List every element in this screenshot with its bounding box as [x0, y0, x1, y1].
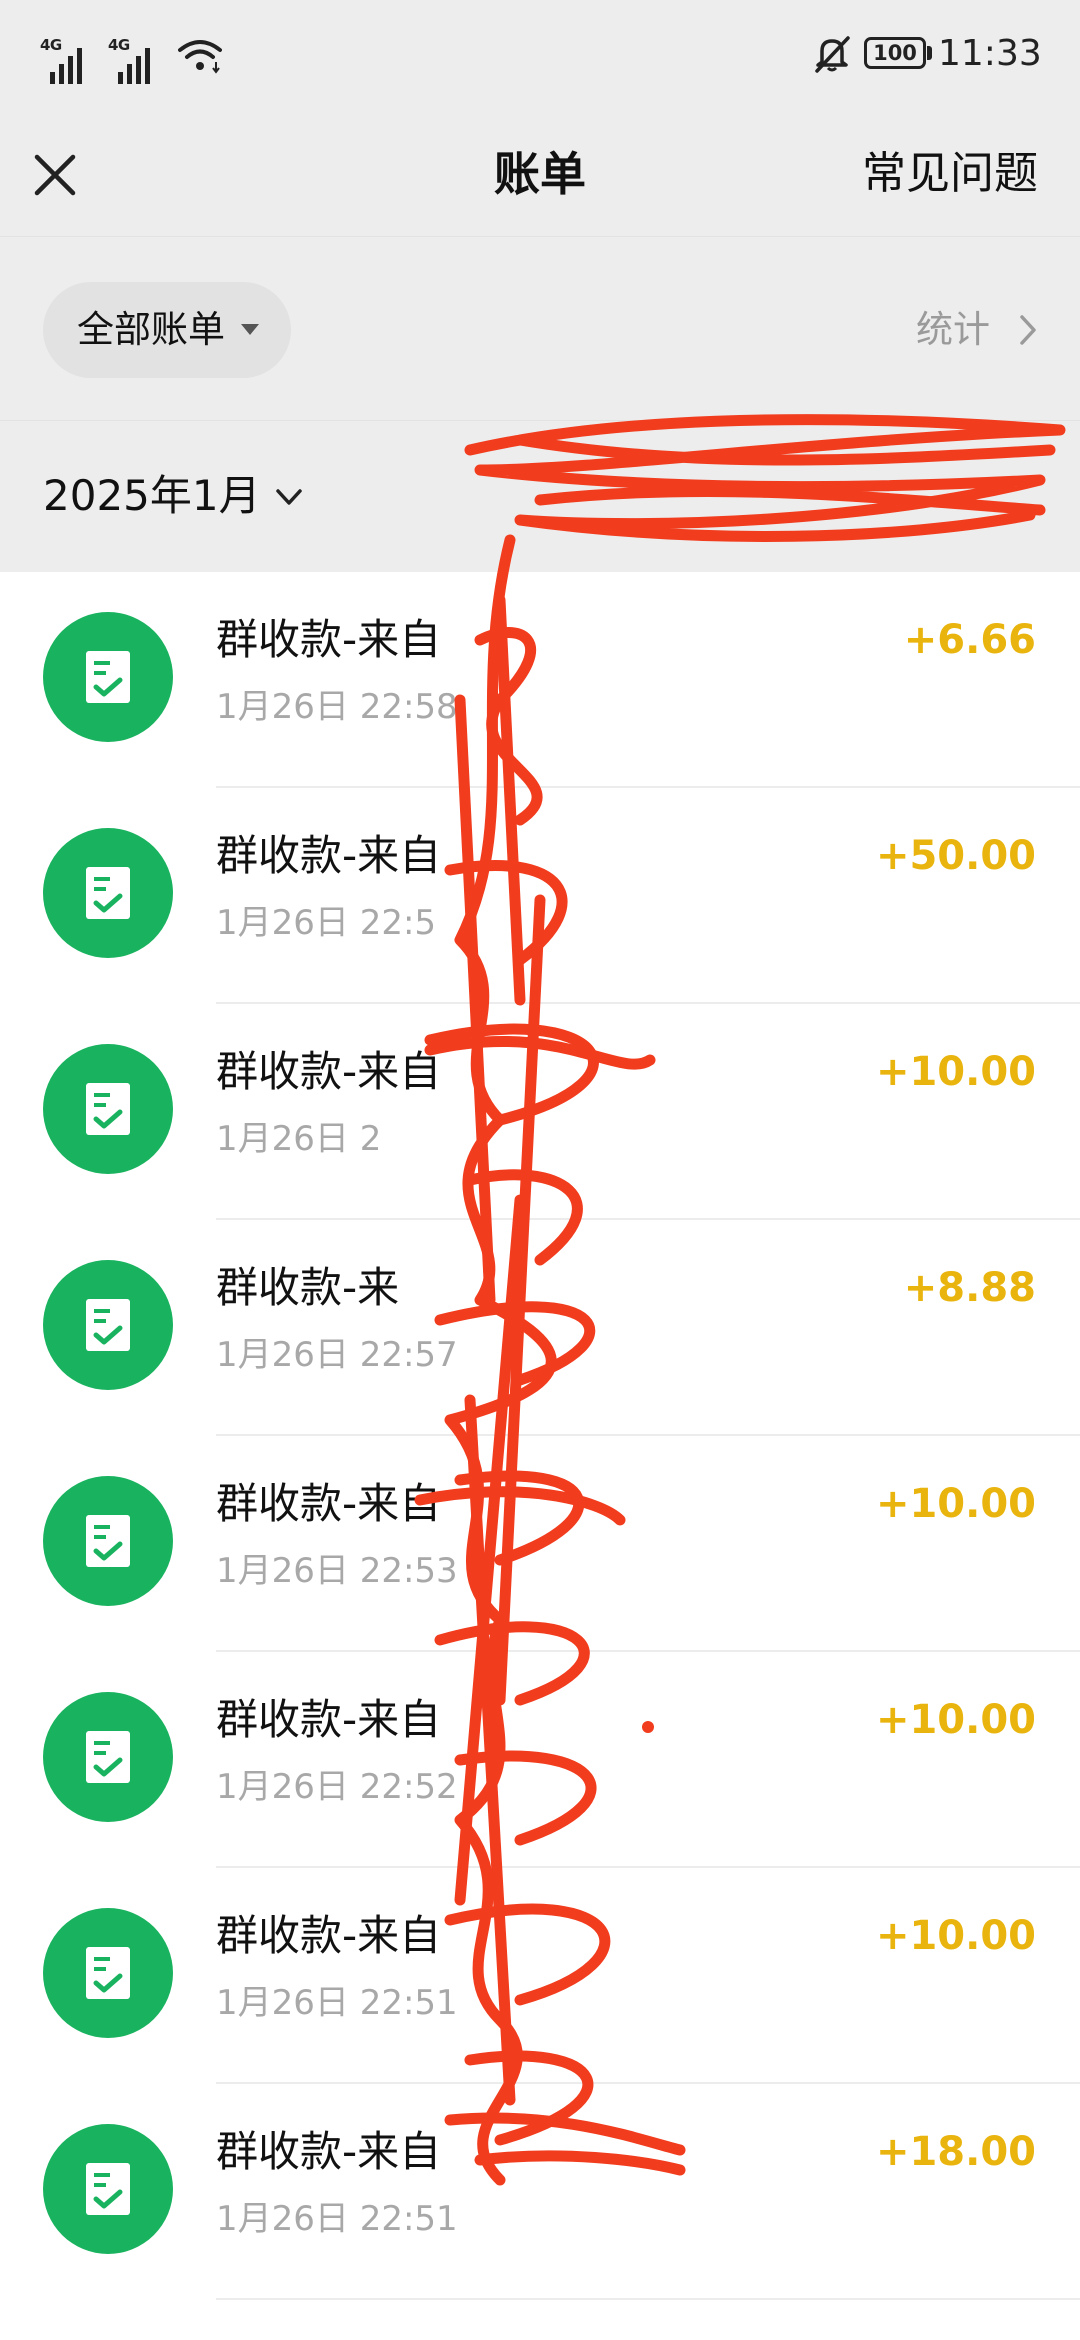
transaction-title: 群收款-来自 [216, 1695, 442, 1744]
chevron-right-icon [1020, 315, 1036, 345]
transaction-title: 群收款-来 [216, 1263, 400, 1312]
month-selector-row: 2025年1月 [0, 422, 1080, 572]
transaction-amount: +50.00 [875, 833, 1036, 879]
receipt-check-glyph [86, 867, 130, 919]
row-divider [216, 2298, 1080, 2300]
battery-icon: 100 [864, 37, 926, 69]
faq-link[interactable]: 常见问题 [862, 144, 1038, 204]
receipt-check-glyph [86, 651, 130, 703]
transaction-row[interactable]: 群收款-来自 1月26日 22:52 +10.00 [0, 1652, 1080, 1868]
transaction-row[interactable]: 群收款-来自 1月26日 22:51 +18.00 [0, 2084, 1080, 2300]
receipt-check-glyph [86, 1947, 130, 1999]
transaction-time: 1月26日 22:57 [216, 1335, 458, 1375]
transaction-time: 1月26日 2 [216, 1119, 382, 1159]
receipt-check-glyph [86, 1299, 130, 1351]
transaction-row[interactable]: 群收款-来自 1月26日 22:58 +6.66 [0, 572, 1080, 788]
transaction-title: 群收款-来自 [216, 1047, 442, 1096]
receipt-check-icon [43, 612, 173, 742]
signal-bars-icon [50, 48, 82, 84]
transaction-time: 1月26日 22:53 [216, 1551, 458, 1591]
stats-link[interactable]: 统计 [916, 297, 1038, 363]
transaction-time: 1月26日 22:58 [216, 687, 458, 727]
transaction-amount: +10.00 [875, 1913, 1036, 1959]
transaction-amount: +6.66 [903, 617, 1036, 663]
signal-bars-icon [118, 48, 150, 84]
transaction-title: 群收款-来自 [216, 831, 442, 880]
transaction-amount: +10.00 [875, 1049, 1036, 1095]
receipt-check-icon [43, 1476, 173, 1606]
close-icon[interactable] [20, 140, 90, 210]
receipt-check-glyph [86, 1515, 130, 1567]
transaction-amount: +10.00 [875, 1481, 1036, 1527]
receipt-check-icon [43, 1908, 173, 2038]
transaction-row[interactable]: 群收款-来自 1月26日 22:51 +10.00 [0, 1868, 1080, 2084]
receipt-check-icon [43, 1692, 173, 1822]
transaction-time: 1月26日 22:51 [216, 1983, 458, 2023]
receipt-check-glyph [86, 2163, 130, 2215]
receipt-check-icon [43, 1260, 173, 1390]
transaction-row[interactable]: 群收款-来自 1月26日 22:53 +10.00 [0, 1436, 1080, 1652]
battery-level: 100 [873, 41, 917, 65]
transaction-time: 1月26日 22:5 [216, 903, 437, 943]
transaction-title: 群收款-来自 [216, 1911, 442, 1960]
transaction-title: 群收款-来自 [216, 2127, 442, 2176]
transaction-amount: +18.00 [875, 2129, 1036, 2175]
transaction-row[interactable]: 群收款-来自 1月26日 2 +10.00 [0, 1004, 1080, 1220]
transaction-title: 群收款-来自 [216, 1479, 442, 1528]
receipt-check-glyph [86, 1083, 130, 1135]
transaction-row[interactable]: 群收款-来 1月26日 22:57 +8.88 [0, 1220, 1080, 1436]
status-bar: 4G 4G 100 11:33 [0, 0, 1080, 110]
transaction-title: 群收款-来自 [216, 615, 442, 664]
receipt-check-icon [43, 2124, 173, 2254]
receipt-check-icon [43, 828, 173, 958]
battery-tip [927, 46, 932, 60]
filter-row: 全部账单 统计 [0, 237, 1080, 421]
month-selector[interactable]: 2025年1月 [43, 466, 261, 526]
receipt-check-glyph [86, 1731, 130, 1783]
transaction-time: 1月26日 22:51 [216, 2199, 458, 2239]
stats-label: 统计 [916, 308, 990, 351]
transaction-amount: +8.88 [903, 1265, 1036, 1311]
bill-type-filter-button[interactable]: 全部账单 [43, 282, 291, 378]
nav-bar: 账单 常见问题 [0, 110, 1080, 237]
wifi-icon [178, 40, 222, 74]
transaction-time: 1月26日 22:52 [216, 1767, 458, 1807]
chevron-down-icon[interactable] [274, 482, 304, 512]
clock: 11:33 [938, 33, 1042, 74]
transaction-amount: +10.00 [875, 1697, 1036, 1743]
notifications-muted-icon [815, 36, 850, 73]
receipt-check-icon [43, 1044, 173, 1174]
caret-down-icon [241, 324, 259, 335]
bill-type-filter-label: 全部账单 [77, 308, 225, 351]
transaction-row[interactable]: 群收款-来自 1月26日 22:5 +50.00 [0, 788, 1080, 1004]
